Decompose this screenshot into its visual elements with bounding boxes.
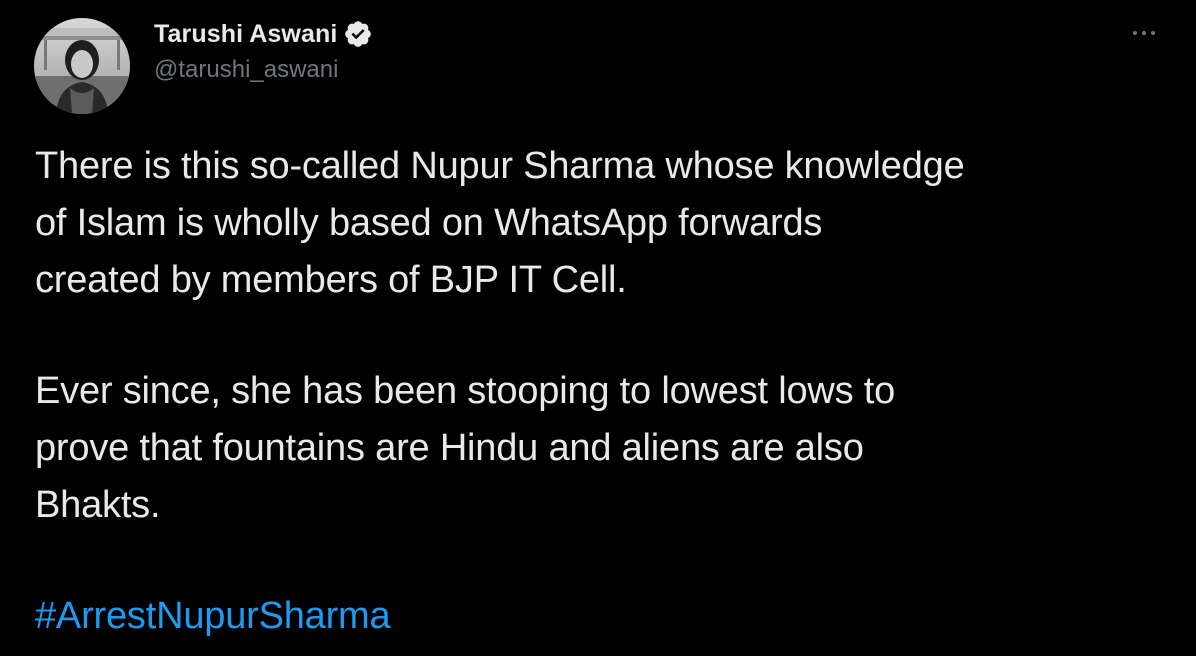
- author-display-name[interactable]: Tarushi Aswani: [154, 20, 337, 49]
- tweet-paragraph: Ever since, she has been stooping to low…: [35, 370, 896, 526]
- avatar-photo-icon: [34, 18, 130, 114]
- hashtag-link[interactable]: #ArrestNupurSharma: [35, 595, 391, 637]
- author-block: Tarushi Aswani @tarushi_aswani: [154, 16, 373, 84]
- tweet-card[interactable]: Tarushi Aswani @tarushi_aswani There is …: [0, 0, 1196, 656]
- author-name-row: Tarushi Aswani: [154, 16, 373, 52]
- verified-badge-icon: [343, 19, 373, 49]
- more-options-icon[interactable]: [1124, 18, 1164, 48]
- tweet-paragraph: There is this so-called Nupur Sharma who…: [35, 145, 965, 301]
- tweet-text: There is this so-called Nupur Sharma who…: [35, 138, 1175, 645]
- author-handle[interactable]: @tarushi_aswani: [154, 56, 373, 84]
- avatar[interactable]: [34, 18, 130, 114]
